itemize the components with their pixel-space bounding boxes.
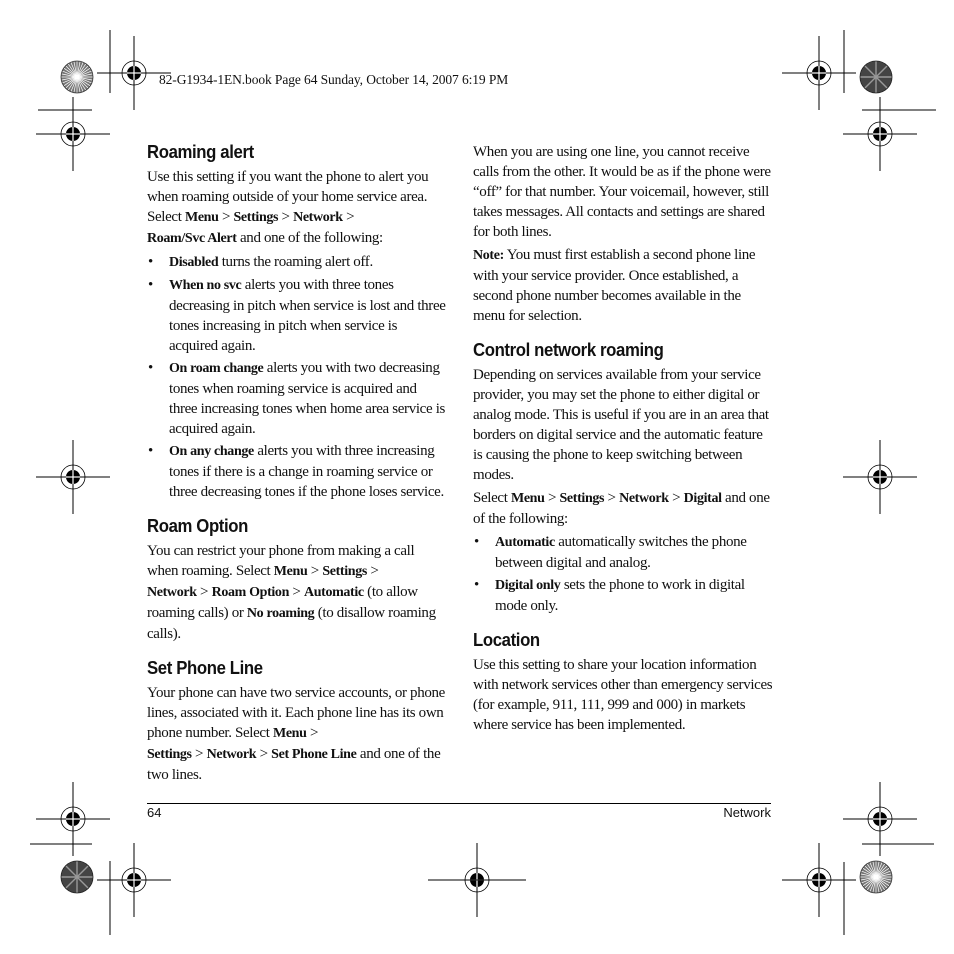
footer-section-name: Network [723,805,771,820]
section-phone-line-continued: When you are using one line, you cannot … [473,142,773,326]
section-roam-option: Roam Option You can restrict your phone … [147,516,447,644]
roaming-alert-intro: Use this setting if you want the phone t… [147,169,429,246]
starburst-mark-bottom-right [859,860,893,894]
section-location: Location Use this setting to share your … [473,630,773,735]
list-item: • On any change alerts you with three inc… [148,443,444,500]
heading-set-phone-line: Set Phone Line [147,658,263,678]
note: Note: You must first establish a second … [473,247,756,324]
footer-page-number: 64 [147,805,162,820]
roaming-alert-options-list: • Disabled turns the roaming alert off. •… [147,252,447,502]
bullet-icon: • [148,360,153,376]
starburst-mark-bottom-left [60,860,94,894]
note-label: Note: [473,248,504,263]
section-control-network-roaming: Control network roaming Depending on ser… [473,340,773,616]
section-set-phone-line: Set Phone Line Your phone can have two s… [147,658,447,785]
footer-rule [147,803,771,804]
crosshair-mark-right-middle [842,439,918,515]
control-network-roaming-intro: Depending on services available from you… [473,367,769,483]
crosshair-mark-left-lower [35,781,111,857]
phone-line-continued-text: When you are using one line, you cannot … [473,144,771,240]
roam-option-body: You can restrict your phone from making … [147,543,436,642]
heading-location: Location [473,630,540,650]
heading-roam-option: Roam Option [147,516,248,536]
crosshair-mark-bottom-right [781,842,857,918]
right-column: When you are using one line, you cannot … [473,142,773,749]
starburst-mark-top-right [859,60,893,94]
list-item: • Automatic automatically switches the ph… [474,534,747,571]
crosshair-mark-bottom-left [96,842,172,918]
network-mode-options-list: • Automatic automatically switches the ph… [473,532,773,616]
bullet-icon: • [474,534,479,550]
list-item: • When no svc alerts you with three tones… [148,277,446,354]
bullet-icon: • [148,254,153,270]
set-phone-line-body: Your phone can have two service accounts… [147,685,445,783]
location-body: Use this setting to share your location … [473,657,773,733]
section-roaming-alert: Roaming alert Use this setting if you wa… [147,142,447,502]
control-network-roaming-select: Select Menu > Settings > Network > Digit… [473,490,770,527]
list-item: • On roam change alerts you with two decr… [148,360,445,437]
bullet-icon: • [148,443,153,459]
crosshair-mark-left-upper [35,96,111,172]
left-column: Roaming alert Use this setting if you wa… [147,142,447,799]
heading-control-network-roaming: Control network roaming [473,340,664,360]
crosshair-mark-left-middle [35,439,111,515]
bullet-icon: • [474,577,479,593]
starburst-mark-top-left [60,60,94,94]
list-item: • Disabled turns the roaming alert off. [148,254,373,270]
crosshair-mark-right-upper [842,96,918,172]
crosshair-mark-top-right [781,35,857,111]
bullet-icon: • [148,277,153,293]
crosshair-mark-right-lower [842,781,918,857]
heading-roaming-alert: Roaming alert [147,142,254,162]
list-item: • Digital only sets the phone to work in … [474,577,745,614]
print-slug-line: 82-G1934-1EN.book Page 64 Sunday, Octobe… [159,72,509,87]
